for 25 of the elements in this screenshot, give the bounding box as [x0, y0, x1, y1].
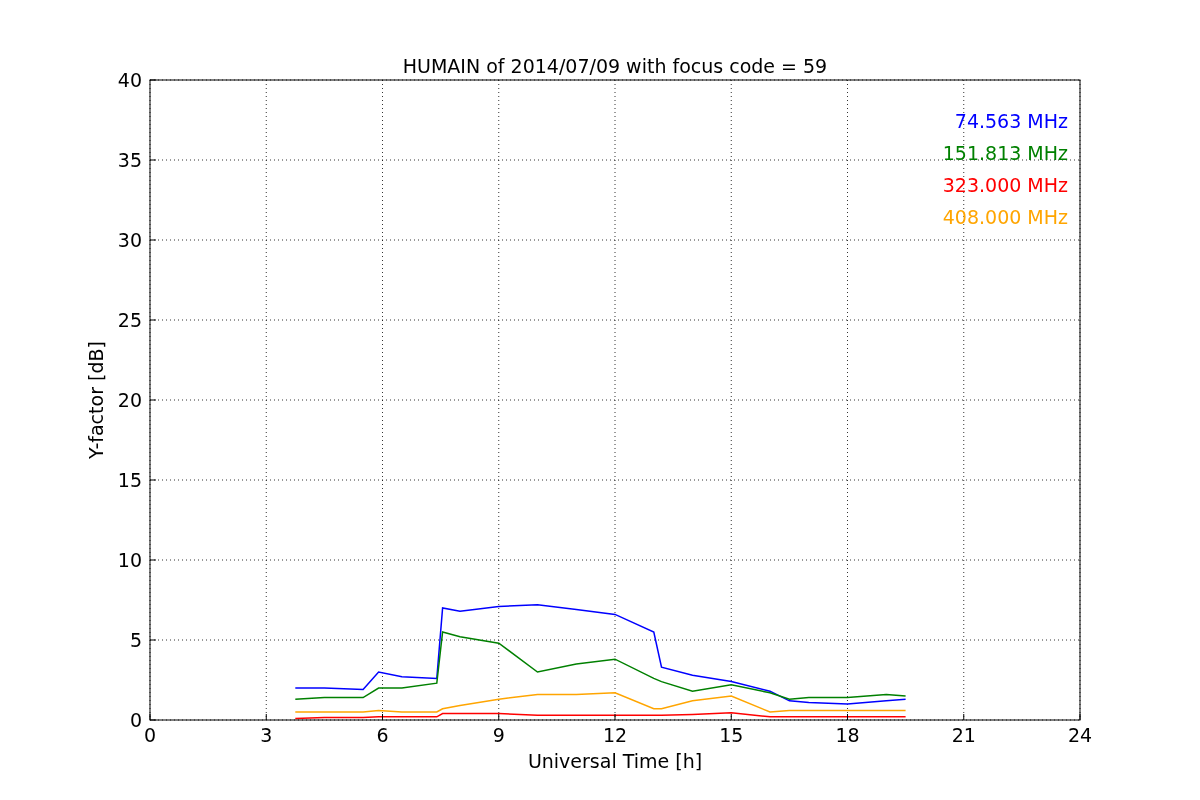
legend-label: 74.563 MHz — [954, 110, 1068, 132]
x-tick-label: 6 — [376, 724, 389, 746]
x-axis-label: Universal Time [h] — [527, 750, 703, 772]
x-tick-label: 15 — [719, 724, 744, 746]
y-tick-label: 35 — [117, 149, 142, 171]
x-tick-label: 9 — [492, 724, 505, 746]
x-tick-label: 3 — [260, 724, 273, 746]
x-tick-label: 18 — [835, 724, 860, 746]
legend-label: 408.000 MHz — [942, 206, 1068, 228]
y-tick-label: 15 — [117, 469, 142, 491]
y-axis-label: Y-factor [dB] — [85, 341, 107, 459]
y-tick-label: 20 — [117, 389, 142, 411]
chart-title: HUMAIN of 2014/07/09 with focus code = 59 — [402, 55, 828, 77]
x-tick-label: 24 — [1067, 724, 1093, 746]
y-tick-label: 30 — [117, 229, 142, 251]
y-tick-label: 0 — [129, 709, 142, 731]
y-tick-label: 10 — [117, 549, 142, 571]
legend-label: 151.813 MHz — [942, 142, 1068, 164]
y-tick-label: 5 — [129, 629, 142, 651]
x-tick-label: 0 — [143, 724, 157, 746]
x-tick-label: 12 — [602, 724, 628, 746]
y-tick-label: 40 — [117, 69, 142, 91]
x-tick-label: 21 — [951, 724, 976, 746]
legend-label: 323.000 MHz — [942, 174, 1068, 196]
y-tick-label: 25 — [117, 309, 142, 331]
